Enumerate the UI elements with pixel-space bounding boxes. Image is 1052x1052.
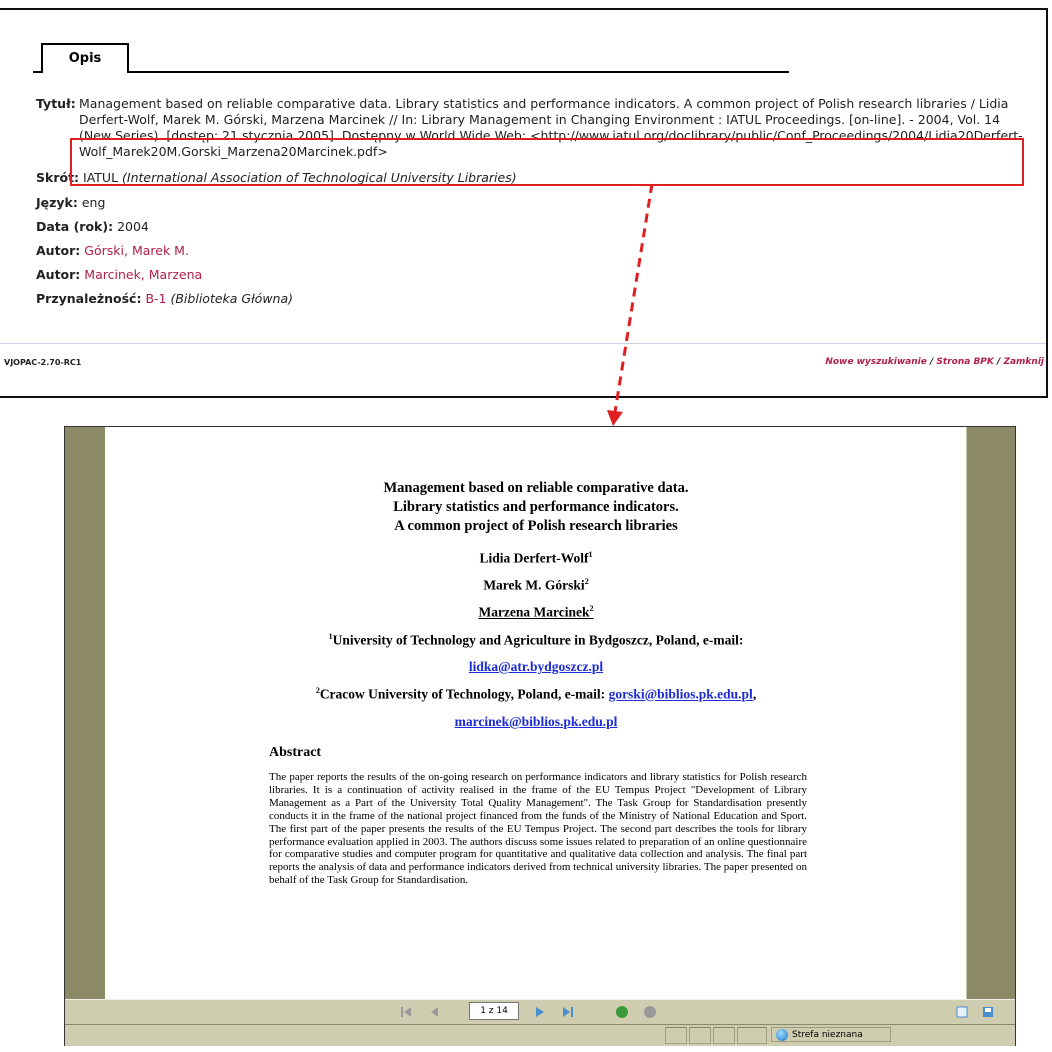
title-line: Management based on reliable comparative… [383, 480, 689, 496]
author-sup: 2 [589, 604, 594, 613]
prev-page-icon[interactable] [425, 1003, 443, 1021]
viewer-margin-left [65, 427, 105, 999]
page-number-input[interactable]: 1 z 14 [469, 1002, 519, 1020]
status-bar: Strefa nieznana [65, 1024, 1015, 1046]
first-page-icon[interactable] [397, 1003, 415, 1021]
status-cell [665, 1027, 687, 1044]
abstract-heading: Abstract [269, 745, 322, 760]
last-page-icon[interactable] [559, 1003, 577, 1021]
aff-text: University of Technology and Agriculture… [332, 632, 744, 648]
abstract-text: The paper reports the results of the on-… [269, 771, 807, 887]
author-sup: 1 [588, 550, 593, 559]
single-page-icon[interactable] [953, 1003, 971, 1021]
next-page-icon[interactable] [531, 1003, 549, 1021]
go-back-icon[interactable] [613, 1003, 631, 1021]
title-line: Library statistics and performance indic… [393, 499, 679, 515]
viewer-scrollbar[interactable] [966, 427, 1015, 999]
comma: , [752, 686, 757, 702]
email-row: marcinek@biblios.pk.edu.pl [105, 714, 967, 730]
status-cell [737, 1027, 767, 1044]
author-name: Marzena Marcinek [478, 604, 590, 620]
aff-text: Cracow University of Technology, Poland,… [319, 686, 606, 702]
status-cell [689, 1027, 711, 1044]
paper-author: Marek M. Górski2 [105, 577, 967, 594]
affiliation: 2Cracow University of Technology, Poland… [105, 686, 967, 703]
paper-author: Lidia Derfert-Wolf1 [105, 550, 967, 567]
pdf-toolbar: 1 z 14 [65, 999, 1015, 1024]
author-name: Marek M. Górski [483, 577, 585, 593]
status-cell [713, 1027, 735, 1044]
globe-icon [776, 1029, 788, 1041]
dashed-arrow [607, 183, 654, 426]
author-sup: 2 [584, 577, 589, 586]
email-link[interactable]: marcinek@biblios.pk.edu.pl [455, 714, 618, 729]
author-name: Lidia Derfert-Wolf [479, 550, 589, 566]
paper-title: Management based on reliable comparative… [105, 479, 967, 536]
pdf-page: Management based on reliable comparative… [105, 427, 967, 999]
save-icon[interactable] [979, 1003, 997, 1021]
go-forward-icon[interactable] [641, 1003, 659, 1021]
security-zone: Strefa nieznana [771, 1027, 891, 1042]
affiliation: 1University of Technology and Agricultur… [105, 632, 967, 649]
email-row: lidka@atr.bydgoszcz.pl [105, 659, 967, 675]
email-link[interactable]: gorski@biblios.pk.edu.pl [609, 687, 753, 702]
pdf-viewer: Management based on reliable comparative… [64, 426, 1016, 1046]
zone-label: Strefa nieznana [792, 1030, 863, 1040]
title-line: A common project of Polish research libr… [394, 518, 678, 534]
paper-author: Marzena Marcinek2 [105, 604, 967, 621]
email-link[interactable]: lidka@atr.bydgoszcz.pl [469, 659, 603, 674]
